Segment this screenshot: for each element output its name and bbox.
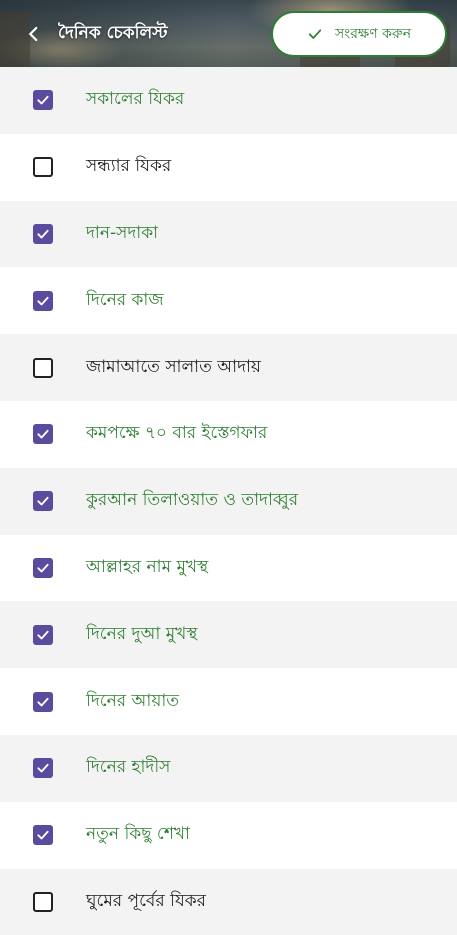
checkbox-checked[interactable] bbox=[33, 691, 53, 712]
checkbox-checked[interactable] bbox=[33, 223, 53, 244]
save-button[interactable]: সংরক্ষণ করুন bbox=[271, 11, 447, 57]
checkbox-checked[interactable] bbox=[33, 424, 53, 445]
checklist-item-label: সন্ধ্যার যিকর bbox=[86, 156, 172, 177]
checklist-item[interactable]: দিনের আয়াত bbox=[0, 668, 457, 735]
checkbox-checked[interactable] bbox=[33, 290, 53, 311]
checklist-item[interactable]: দিনের কাজ bbox=[0, 267, 457, 335]
checklist-item[interactable]: জামাআতে সালাত আদায় bbox=[0, 334, 457, 401]
checklist-item-label: ঘুমের পূর্বের যিকর bbox=[86, 890, 207, 911]
checklist-item[interactable]: সকালের যিকর bbox=[0, 67, 457, 134]
checkbox-checked[interactable] bbox=[33, 758, 53, 779]
checklist-item-label: দিনের দুআ মুখস্থ bbox=[86, 623, 198, 644]
checkbox-unchecked[interactable] bbox=[33, 157, 53, 178]
checklist-item-label: দান-সদাকা bbox=[86, 222, 159, 243]
checkbox-checked[interactable] bbox=[33, 90, 53, 111]
checklist-item-label: কুরআন তিলাওয়াত ও তাদাব্বুর bbox=[86, 490, 299, 511]
check-icon bbox=[37, 563, 49, 573]
checklist-item[interactable]: দান-সদাকা bbox=[0, 200, 457, 268]
checklist-item[interactable]: সন্ধ্যার যিকর bbox=[0, 133, 457, 201]
checklist-item-label: কমপক্ষে ৭০ বার ইস্তেগফার bbox=[86, 423, 268, 444]
checklist-item[interactable]: আল্লাহর নাম মুখস্থ bbox=[0, 534, 457, 602]
back-button[interactable] bbox=[14, 16, 54, 52]
checkbox-checked[interactable] bbox=[33, 825, 53, 846]
checklist-item[interactable]: দিনের হাদীস bbox=[0, 734, 457, 802]
check-icon bbox=[37, 96, 49, 105]
checklist-item[interactable]: দিনের দুআ মুখস্থ bbox=[0, 601, 457, 669]
checklist-item[interactable]: নতুন কিছু শেখা bbox=[0, 801, 457, 869]
check-icon bbox=[37, 764, 49, 773]
checkbox-checked[interactable] bbox=[33, 557, 53, 578]
checklist-item[interactable]: ঘুমের পূর্বের যিকর bbox=[0, 868, 457, 935]
checklist-item-label: দিনের কাজ bbox=[86, 289, 164, 310]
check-icon bbox=[37, 697, 49, 706]
checklist-item-label: দিনের আয়াত bbox=[86, 690, 180, 711]
check-icon bbox=[37, 430, 49, 439]
page-title: দৈনিক চেকলিস্ট bbox=[58, 23, 168, 43]
check-icon bbox=[37, 831, 49, 840]
check-icon bbox=[37, 229, 49, 239]
checklist: সকালের যিকর সন্ধ্যার যিকর দান-সদাকা দিনের ক… bbox=[0, 67, 457, 935]
checklist-item[interactable]: কুরআন তিলাওয়াত ও তাদাব্বুর bbox=[0, 467, 457, 535]
chevron-left-icon bbox=[29, 26, 38, 42]
checkbox-unchecked[interactable] bbox=[33, 357, 53, 378]
check-icon bbox=[308, 29, 322, 39]
checklist-item-label: নতুন কিছু শেখা bbox=[86, 824, 190, 845]
check-icon bbox=[37, 630, 49, 640]
checkbox-unchecked[interactable] bbox=[33, 891, 53, 912]
checkbox-checked[interactable] bbox=[33, 624, 53, 645]
checklist-item-label: দিনের হাদীস bbox=[86, 757, 171, 778]
checklist-item-label: আল্লাহর নাম মুখস্থ bbox=[86, 556, 209, 577]
checklist-item[interactable]: কমপক্ষে ৭০ বার ইস্তেগফার bbox=[0, 400, 457, 468]
check-icon bbox=[37, 497, 49, 506]
save-button-label: সংরক্ষণ করুন bbox=[334, 26, 412, 42]
check-icon bbox=[37, 296, 49, 306]
checklist-item-label: সকালের যিকর bbox=[86, 89, 185, 110]
checkbox-checked[interactable] bbox=[33, 491, 53, 512]
app-header: দৈনিক চেকলিস্ট সংরক্ষণ করুন bbox=[0, 0, 457, 67]
checklist-item-label: জামাআতে সালাত আদায় bbox=[86, 356, 261, 377]
